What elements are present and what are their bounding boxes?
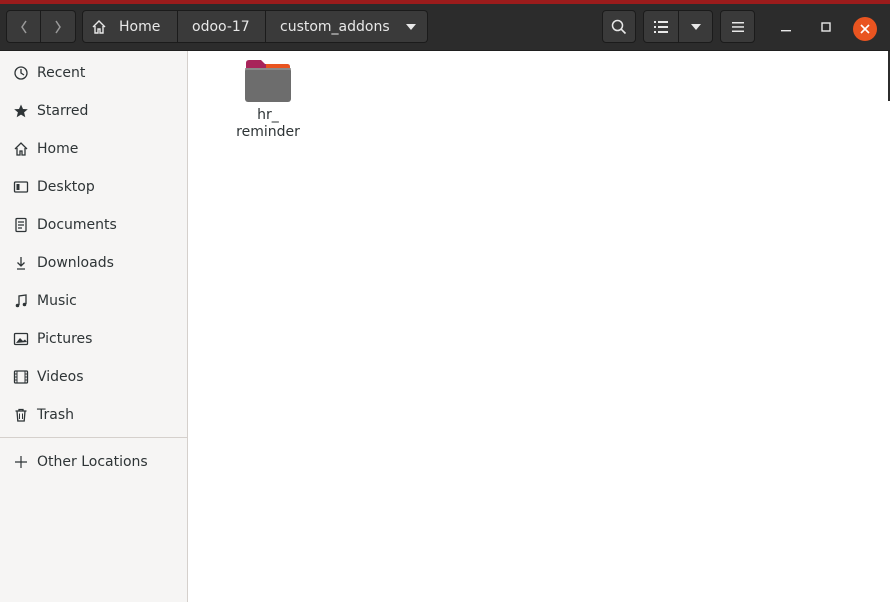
hamburger-menu-icon <box>731 21 744 32</box>
sidebar-item-documents[interactable]: Documents <box>0 206 187 244</box>
breadcrumb-home-label: Home <box>119 18 161 35</box>
breadcrumb-odoo-17[interactable]: odoo-17 <box>178 10 266 43</box>
sidebar-item-label: Recent <box>37 65 86 81</box>
music-icon <box>12 292 30 310</box>
sidebar-item-music[interactable]: Music <box>0 282 187 320</box>
folder-name: hr_ reminder <box>236 107 300 140</box>
forward-button[interactable] <box>41 10 76 43</box>
chevron-left-icon <box>20 20 27 33</box>
breadcrumb-custom-addons[interactable]: custom_addons <box>266 10 428 43</box>
sidebar-item-downloads[interactable]: Downloads <box>0 244 187 282</box>
sidebar-item-label: Other Locations <box>37 454 148 470</box>
sidebar-item-label: Desktop <box>37 179 95 195</box>
clock-icon <box>12 64 30 82</box>
sidebar-item-label: Pictures <box>37 331 93 347</box>
desktop-icon <box>12 178 30 196</box>
trash-icon <box>12 406 30 424</box>
sidebar-item-label: Trash <box>37 407 74 423</box>
view-options-button[interactable] <box>678 10 713 43</box>
sidebar-item-starred[interactable]: Starred <box>0 92 187 130</box>
minimize-button[interactable] <box>773 14 799 40</box>
list-view-icon <box>654 20 668 33</box>
video-icon <box>12 368 30 386</box>
sidebar-item-pictures[interactable]: Pictures <box>0 320 187 358</box>
plus-icon <box>12 453 30 471</box>
breadcrumb-odoo-17-label: odoo-17 <box>192 18 250 35</box>
maximize-icon <box>821 22 831 32</box>
sidebar-item-desktop[interactable]: Desktop <box>0 168 187 206</box>
dropdown-arrow-icon[interactable] <box>405 23 416 30</box>
sidebar: Recent Starred Home Desktop Documents Do… <box>0 51 188 602</box>
search-icon <box>611 19 627 34</box>
main-menu-button[interactable] <box>720 10 755 43</box>
sidebar-item-videos[interactable]: Videos <box>0 358 187 396</box>
document-icon <box>12 216 30 234</box>
sidebar-item-recent[interactable]: Recent <box>0 54 187 92</box>
view-toggle-button[interactable] <box>643 10 679 43</box>
sidebar-item-label: Music <box>37 293 77 309</box>
picture-icon <box>12 330 30 348</box>
breadcrumb-home[interactable]: Home <box>82 10 178 43</box>
sidebar-item-other-locations[interactable]: Other Locations <box>0 443 187 481</box>
sidebar-item-trash[interactable]: Trash <box>0 396 187 434</box>
home-icon <box>12 140 30 158</box>
navigation-buttons <box>6 10 76 43</box>
sidebar-item-label: Videos <box>37 369 84 385</box>
folder-item[interactable]: hr_ reminder <box>230 59 306 141</box>
sidebar-divider <box>0 437 187 438</box>
chevron-right-icon <box>55 20 61 33</box>
close-button[interactable] <box>853 17 877 41</box>
sidebar-item-label: Documents <box>37 217 117 233</box>
dropdown-arrow-icon <box>690 23 701 30</box>
search-button[interactable] <box>602 10 636 43</box>
sidebar-item-home[interactable]: Home <box>0 130 187 168</box>
minimize-icon <box>781 30 791 32</box>
back-button[interactable] <box>6 10 41 43</box>
close-icon <box>860 24 870 34</box>
breadcrumb: Home odoo-17 custom_addons <box>82 10 428 43</box>
file-view: hr_ reminder <box>188 51 890 602</box>
star-icon <box>12 102 30 120</box>
folder-icon <box>245 60 291 102</box>
breadcrumb-custom-addons-label: custom_addons <box>280 18 390 35</box>
maximize-button[interactable] <box>813 14 839 40</box>
sidebar-item-label: Starred <box>37 103 89 119</box>
sidebar-item-label: Home <box>37 141 79 157</box>
home-icon <box>92 19 106 34</box>
download-icon <box>12 254 30 272</box>
sidebar-item-label: Downloads <box>37 255 114 271</box>
header-bar: Home odoo-17 custom_addons <box>0 4 890 51</box>
